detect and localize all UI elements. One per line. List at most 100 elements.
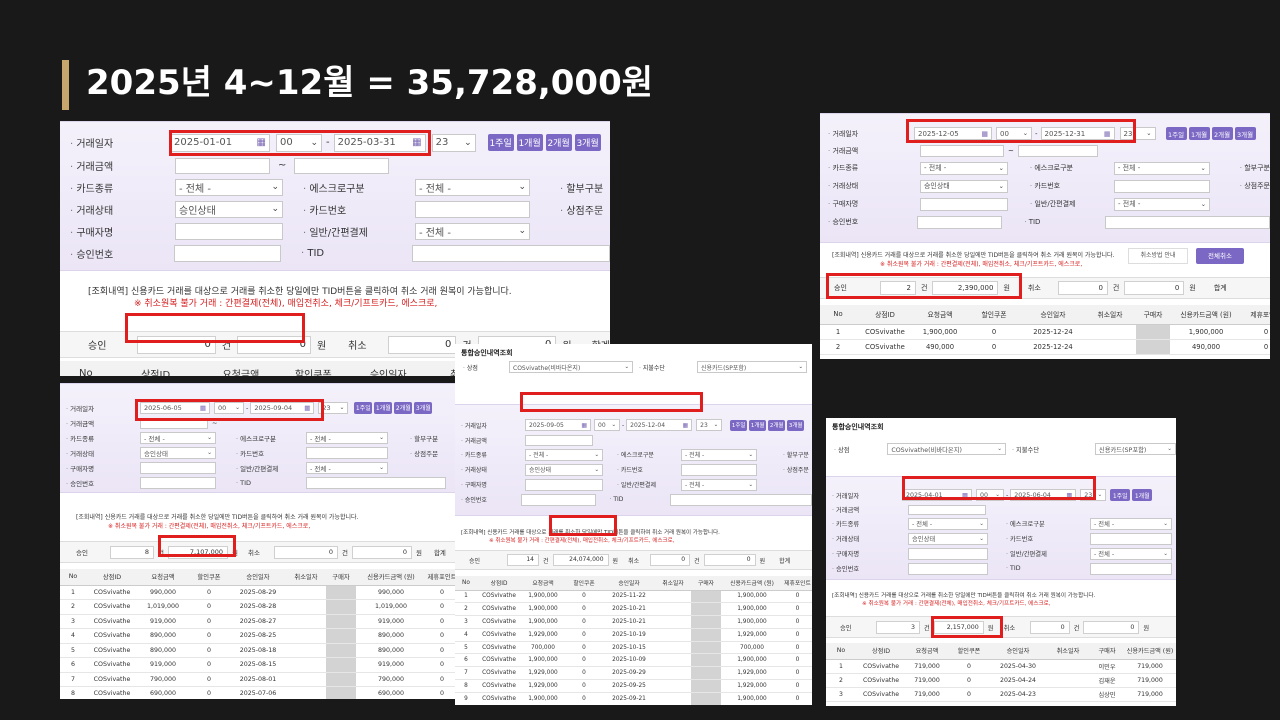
table-row[interactable]: 4 COSvivathe 890,000 0 2025-08-25 890,000 0 xyxy=(60,628,458,644)
table-row[interactable]: 2 COSvivathe 719,000 0 2025-04-24 김재운 719,000 xyxy=(826,673,1176,688)
table-row[interactable]: 2 COSvivathe 490,000 0 2025-12-24 490,000 0 xyxy=(820,339,1270,355)
hour-from-select[interactable]: 00 ⌄ xyxy=(594,419,620,431)
buyer-input[interactable] xyxy=(525,478,603,491)
approval-no-input[interactable] xyxy=(908,562,988,575)
quick-1month-button[interactable]: 1개월 xyxy=(374,401,393,414)
amount-min-input[interactable] xyxy=(920,144,1004,157)
buyer-input[interactable] xyxy=(175,222,283,240)
trade-state-select[interactable]: 승인상태 ⌄ xyxy=(525,463,603,476)
table-row[interactable]: 9 COSvivathe 1,900,000 0 2025-09-21 1,900,000… xyxy=(455,692,812,705)
tid-input[interactable] xyxy=(1105,215,1270,229)
quick-2month-button[interactable]: 2개월 xyxy=(394,401,413,414)
table-row[interactable]: 2 COSvivathe 1,019,000 0 2025-08-28 1,019,000… xyxy=(60,599,458,615)
buyer-input[interactable] xyxy=(908,547,988,560)
buyer-input[interactable] xyxy=(140,461,216,474)
approval-no-input[interactable] xyxy=(173,244,281,262)
quick-1week-button[interactable]: 1주일 xyxy=(1165,127,1187,140)
card-no-input[interactable] xyxy=(306,446,388,459)
approval-no-input[interactable] xyxy=(140,476,216,489)
pay-method-select[interactable]: 신용카드(SP포함) ⌄ xyxy=(1094,443,1176,455)
card-no-input[interactable] xyxy=(681,463,757,476)
store-select[interactable]: COSvivathe(비바다온지) ⌄ xyxy=(509,361,633,373)
quick-1month-button[interactable]: 1개월 xyxy=(1188,127,1210,140)
table-row[interactable]: 8 COSvivathe 690,000 0 2025-07-06 690,000 0 xyxy=(60,686,458,699)
table-row[interactable]: 7 COSvivathe 1,929,000 0 2025-09-29 1,929,000… xyxy=(455,666,812,681)
quick-3month-button[interactable]: 3개월 xyxy=(414,401,433,414)
amount-max-input[interactable] xyxy=(1017,144,1098,157)
card-type-select[interactable]: - 전체 - ⌄ xyxy=(525,448,603,461)
general-pay-select[interactable]: - 전체 - ⌄ xyxy=(1114,197,1210,211)
calendar-icon[interactable]: ▦ xyxy=(581,422,587,429)
table-row[interactable]: 3 COSvivathe 719,000 0 2025-04-23 심상민 719,000 xyxy=(826,687,1176,702)
card-type-select[interactable]: - 전체 - ⌄ xyxy=(908,517,988,530)
table-row[interactable]: 2 COSvivathe 1,900,000 0 2025-10-21 1,900,000… xyxy=(455,602,812,617)
table-row[interactable]: 6 COSvivathe 1,900,000 0 2025-10-09 1,900,000… xyxy=(455,653,812,668)
tid-input[interactable] xyxy=(1090,562,1172,575)
table-row[interactable]: 3 COSvivathe 919,000 0 2025-08-27 919,000 0 xyxy=(60,614,458,629)
card-type-select[interactable]: - 전체 - ⌄ xyxy=(140,431,216,444)
calendar-icon[interactable]: ▦ xyxy=(683,422,689,429)
cancel-guide-button[interactable]: 취소방법 안내 xyxy=(1128,248,1188,264)
trade-state-select[interactable]: 승인상태 ⌄ xyxy=(175,200,283,218)
table-row[interactable]: 1 COSvivathe 1,900,000 0 2025-11-22 1,900,000… xyxy=(455,590,812,604)
card-type-select[interactable]: - 전체 - ⌄ xyxy=(175,178,283,196)
quick-1month-button[interactable]: 1개월 xyxy=(1132,489,1153,501)
escrow-select[interactable]: - 전체 - ⌄ xyxy=(1090,517,1172,530)
card-no-input[interactable] xyxy=(1113,179,1210,193)
quick-1week-button[interactable]: 1주일 xyxy=(487,134,514,151)
quick-3month-button[interactable]: 3개월 xyxy=(787,419,805,431)
quick-1week-button[interactable]: 1주일 xyxy=(354,401,373,414)
table-row[interactable]: 1 COSvivathe 1,900,000 0 2025-12-24 1,900,000… xyxy=(820,324,1270,340)
escrow-select[interactable]: - 전체 - ⌄ xyxy=(681,448,757,461)
hour-to-select[interactable]: 23 ⌄ xyxy=(431,133,476,152)
table-row[interactable]: 3 COSvivathe 1,900,000 0 2025-10-21 1,900,000… xyxy=(455,615,812,629)
escrow-select[interactable]: - 전체 - ⌄ xyxy=(306,431,388,444)
general-pay-select[interactable]: - 전체 - ⌄ xyxy=(306,461,388,474)
date-to-input[interactable]: 2025-12-04 ▦ xyxy=(626,419,693,431)
buyer-input[interactable] xyxy=(920,197,1008,211)
quick-1week-button[interactable]: 1주일 xyxy=(730,419,748,431)
cell-approve-date: 2025-04-30 xyxy=(990,659,1046,674)
quick-1week-button[interactable]: 1주일 xyxy=(1110,489,1131,501)
escrow-select[interactable]: - 전체 - ⌄ xyxy=(415,178,530,196)
tid-input[interactable] xyxy=(411,244,610,262)
table-row[interactable]: 5 COSvivathe 700,000 0 2025-10-15 700,000 0 xyxy=(455,641,812,655)
quick-1month-button[interactable]: 1개월 xyxy=(749,419,767,431)
quick-2month-button[interactable]: 2개월 xyxy=(768,419,786,431)
trade-state-select[interactable]: 승인상태 ⌄ xyxy=(908,532,988,545)
table-row[interactable]: 5 COSvivathe 890,000 0 2025-08-18 890,000 0 xyxy=(60,643,458,658)
general-pay-select[interactable]: - 전체 - ⌄ xyxy=(415,222,530,240)
table-row[interactable]: 1 COSvivathe 719,000 0 2025-04-30 이민우 719,000 xyxy=(826,659,1176,674)
amount-min-input[interactable] xyxy=(908,504,986,515)
table-row[interactable]: 4 COSvivathe 1,929,000 0 2025-10-19 1,929,000… xyxy=(455,628,812,642)
pay-method-select[interactable]: 신용카드(SP포함) ⌄ xyxy=(697,361,807,373)
quick-3month-button[interactable]: 3개월 xyxy=(574,134,601,151)
hour-to-select[interactable]: 23 ⌄ xyxy=(696,419,723,431)
card-no-input[interactable] xyxy=(1090,532,1172,545)
approval-no-input[interactable] xyxy=(521,493,596,506)
trade-state-select[interactable]: 승인상태 ⌄ xyxy=(919,179,1008,193)
date-from-input[interactable]: 2025-09-05 ▦ xyxy=(525,419,591,431)
quick-1month-button[interactable]: 1개월 xyxy=(516,134,543,151)
store-select[interactable]: COSvivathe(비바다온지) ⌄ xyxy=(887,443,1006,455)
amount-min-input[interactable] xyxy=(525,434,593,446)
general-pay-select[interactable]: - 전체 - ⌄ xyxy=(1090,547,1172,560)
table-row[interactable]: 1 COSvivathe 990,000 0 2025-08-29 990,000 0 xyxy=(60,585,458,600)
tid-input[interactable] xyxy=(669,493,812,506)
amount-min-input[interactable] xyxy=(175,157,270,174)
table-row[interactable]: 7 COSvivathe 790,000 0 2025-08-01 790,000 0 xyxy=(60,672,458,687)
table-row[interactable]: 6 COSvivathe 919,000 0 2025-08-15 919,000 0 xyxy=(60,657,458,673)
full-cancel-button[interactable]: 전체취소 xyxy=(1196,248,1244,264)
quick-2month-button[interactable]: 2개월 xyxy=(1211,127,1233,140)
escrow-select[interactable]: - 전체 - ⌄ xyxy=(1113,161,1210,175)
card-type-select[interactable]: - 전체 - ⌄ xyxy=(919,161,1008,175)
table-row[interactable]: 8 COSvivathe 1,929,000 0 2025-09-25 1,929,000… xyxy=(455,679,812,693)
amount-max-input[interactable] xyxy=(294,157,390,174)
trade-state-select[interactable]: 승인상태 ⌄ xyxy=(140,446,216,459)
approval-no-input[interactable] xyxy=(916,215,1003,229)
quick-3month-button[interactable]: 3개월 xyxy=(1234,127,1256,140)
general-pay-select[interactable]: - 전체 - ⌄ xyxy=(681,478,757,491)
tid-input[interactable] xyxy=(306,476,446,489)
quick-2month-button[interactable]: 2개월 xyxy=(545,134,572,151)
card-no-input[interactable] xyxy=(415,200,530,218)
